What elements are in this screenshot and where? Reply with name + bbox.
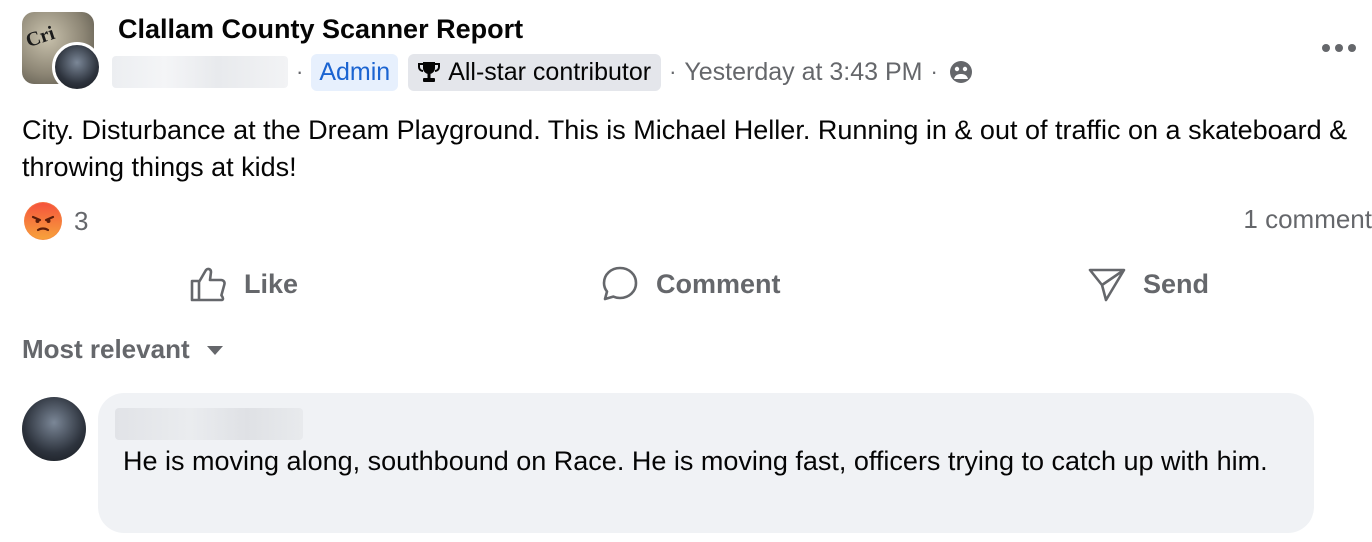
post-meta: · Admin All-star contributor · Yesterday… [112, 52, 974, 92]
group-avatar-logo-text: Cri [23, 22, 58, 52]
more-options-icon[interactable] [1322, 44, 1356, 54]
caret-down-icon [206, 345, 223, 355]
comment-button[interactable]: Comment [600, 258, 781, 310]
reaction-summary[interactable]: 3 [24, 202, 88, 240]
trophy-icon [418, 62, 441, 82]
send-icon [1088, 268, 1126, 302]
group-avatar[interactable]: Cri [22, 12, 102, 92]
separator-dot: · [669, 59, 677, 84]
post-text: City. Disturbance at the Dream Playgroun… [22, 115, 1348, 182]
thumbs-up-icon [190, 267, 226, 302]
author-name-redacted[interactable] [112, 56, 288, 88]
like-label: Like [244, 268, 299, 299]
like-button[interactable]: Like [188, 258, 298, 310]
post-action-bar: Like Comment Send [0, 258, 1372, 310]
author-avatar[interactable] [52, 42, 102, 92]
group-name[interactable]: Clallam County Scanner Report [118, 14, 523, 45]
comment-sort-dropdown[interactable]: Most relevant [22, 334, 224, 365]
angry-reaction-icon [24, 202, 62, 240]
commenter-avatar[interactable] [22, 397, 86, 461]
send-button[interactable]: Send [1087, 258, 1209, 310]
comment-label: Comment [656, 268, 781, 299]
separator-dot: · [930, 59, 938, 84]
sort-label: Most relevant [22, 334, 190, 364]
comment-text: He is moving along, southbound on Race. … [123, 446, 1268, 476]
comment-count[interactable]: 1 comment [1243, 204, 1372, 235]
commenter-name-redacted[interactable] [115, 408, 303, 440]
reaction-count: 3 [74, 205, 89, 236]
comment-bubble: He is moving along, southbound on Race. … [98, 393, 1314, 533]
post-timestamp[interactable]: Yesterday at 3:43 PM [684, 58, 922, 87]
separator-dot: · [296, 59, 304, 84]
send-label: Send [1143, 268, 1210, 299]
contributor-badge-label: All-star contributor [448, 57, 652, 86]
group-audience-icon [948, 59, 974, 85]
comment-bubble-icon [602, 266, 638, 301]
all-star-contributor-badge[interactable]: All-star contributor [408, 53, 662, 91]
admin-badge[interactable]: Admin [311, 53, 399, 91]
